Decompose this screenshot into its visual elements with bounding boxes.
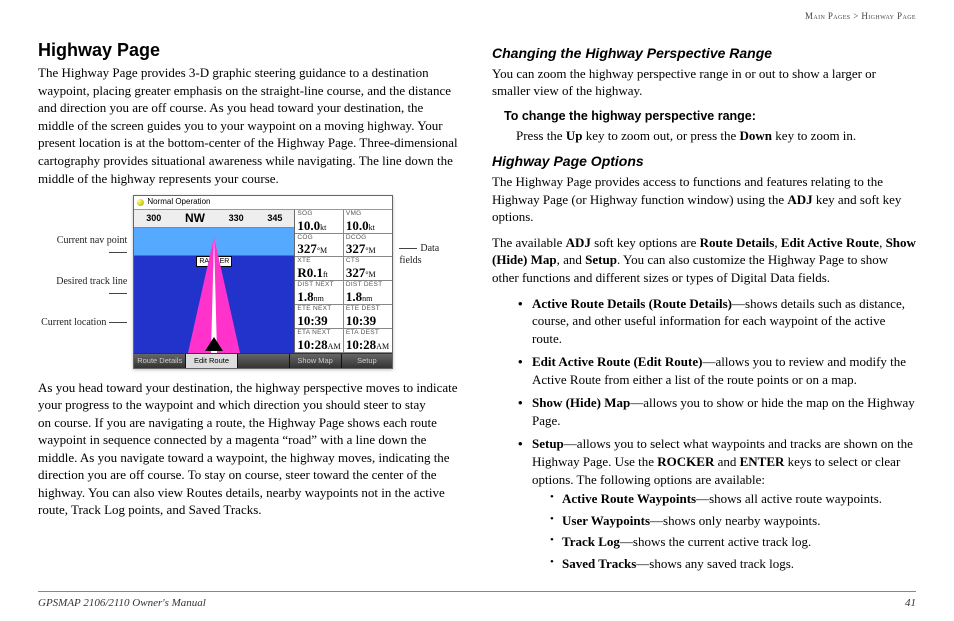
list-item: Saved Tracks—shows any saved track logs. [550, 555, 916, 573]
softkey-blank [238, 354, 290, 368]
callout-track-line: Desired track line [38, 276, 127, 299]
list-item: Show (Hide) Map—allows you to show or hi… [518, 394, 916, 429]
data-cell: ETE NEXT10:39 [295, 305, 344, 329]
device-title-bar: Normal Operation [134, 196, 392, 210]
list-item-setup: Setup—allows you to select what waypoint… [518, 435, 916, 572]
softkey-bar: Route Details Edit Route Show Map Setup [134, 353, 392, 368]
callout-nav-point: Current nav point [38, 235, 127, 258]
data-cell: CTS327°M [344, 257, 393, 281]
callout-current-loc: Current location [38, 317, 127, 329]
perspective-para: You can zoom the highway perspective ran… [492, 65, 916, 100]
left-column: Highway Page The Highway Page provides 3… [38, 38, 462, 578]
page-footer: GPSMAP 2106/2110 Owner's Manual 41 [38, 591, 916, 611]
data-cell: SOG10.0kt [295, 210, 344, 234]
list-item: Edit Active Route (Edit Route)—allows yo… [518, 353, 916, 388]
softkey-route-details[interactable]: Route Details [134, 354, 186, 368]
softkey-show-map[interactable]: Show Map [290, 354, 342, 368]
status-icon [137, 199, 144, 206]
boat-icon [205, 337, 223, 351]
data-fields-grid: SOG10.0kt VMG10.0kt COG327°M DCOG327°M X… [294, 210, 392, 353]
data-cell: DCOG327°M [344, 234, 393, 258]
callout-data-fields: Data fields [399, 243, 462, 266]
list-item: Track Log—shows the current active track… [550, 533, 916, 551]
heading-perspective: Changing the Highway Perspective Range [492, 44, 916, 63]
highway-view: RANGER [134, 228, 294, 353]
breadcrumb: Main Pages > Highway Page [805, 10, 916, 22]
list-item: Active Route Details (Route Details)—sho… [518, 295, 916, 348]
options-para-1: The Highway Page provides access to func… [492, 173, 916, 226]
device-mode: Normal Operation [147, 197, 210, 208]
breadcrumb-l: Main Pages [805, 11, 851, 21]
data-cell: ETE DEST10:39 [344, 305, 393, 329]
highway-centerline-icon [211, 237, 217, 353]
setup-sublist: Active Route Waypoints—shows all active … [550, 490, 916, 572]
softkey-setup[interactable]: Setup [342, 354, 393, 368]
data-cell: DIST DEST1.8nm [344, 281, 393, 305]
softkey-edit-route[interactable]: Edit Route [186, 354, 238, 368]
data-cell: ETA DEST10:28AM [344, 329, 393, 353]
breadcrumb-r: Highway Page [861, 11, 916, 21]
figure-callouts-right: Data fields [393, 243, 462, 266]
below-fig-para: As you head toward your destination, the… [38, 379, 462, 519]
data-cell: VMG10.0kt [344, 210, 393, 234]
data-cell: ETA NEXT10:28AM [295, 329, 344, 353]
figure-callouts-left: Current nav point Desired track line Cur… [38, 235, 133, 329]
footer-page-number: 41 [905, 596, 916, 611]
options-para-2: The available ADJ soft key options are R… [492, 234, 916, 287]
intro-para: The Highway Page provides 3-D graphic st… [38, 64, 462, 187]
figure: Current nav point Desired track line Cur… [38, 195, 462, 369]
right-column: Changing the Highway Perspective Range Y… [492, 38, 916, 578]
zoom-instruction: Press the Up key to zoom out, or press t… [516, 127, 916, 145]
list-item: User Waypoints—shows only nearby waypoin… [550, 512, 916, 530]
data-cell: XTER0.1ft [295, 257, 344, 281]
options-list: Active Route Details (Route Details)—sho… [518, 295, 916, 573]
breadcrumb-sep: > [853, 11, 858, 21]
heading-options: Highway Page Options [492, 152, 916, 171]
device-screenshot: Normal Operation 300 NW 330 345 RANGER [133, 195, 393, 369]
data-cell: COG327°M [295, 234, 344, 258]
compass-tape: 300 NW 330 345 [134, 210, 294, 228]
list-item: Active Route Waypoints—shows all active … [550, 490, 916, 508]
page-title: Highway Page [38, 38, 462, 62]
footer-manual-title: GPSMAP 2106/2110 Owner's Manual [38, 596, 206, 611]
data-cell: DIST NEXT1.8nm [295, 281, 344, 305]
heading-to-change: To change the highway perspective range: [504, 108, 916, 125]
